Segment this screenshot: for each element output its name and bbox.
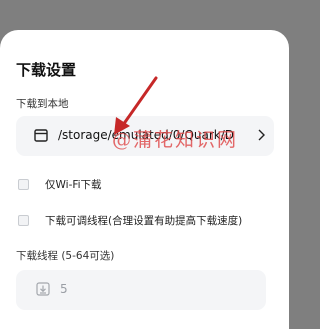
wifi-only-option[interactable]: 仅Wi-Fi下载	[18, 176, 102, 192]
chevron-right-icon	[258, 129, 265, 141]
adjustable-threads-option[interactable]: 下载可调线程(合理设置有助提高下载速度)	[18, 212, 242, 228]
download-path-selector[interactable]: /storage/emulated/0/Quark/Download	[16, 116, 274, 156]
threads-label: 下载线程 (5-64可选)	[16, 250, 115, 262]
download-settings-sheet: 下载设置 下载到本地 /storage/emulated/0/Quark/Dow…	[0, 30, 289, 329]
threads-input[interactable]: 5	[16, 270, 266, 310]
threads-value: 5	[60, 282, 68, 296]
wifi-only-checkbox[interactable]	[18, 178, 29, 190]
adjustable-threads-checkbox[interactable]	[18, 214, 29, 226]
download-location-label: 下载到本地	[16, 98, 69, 110]
adjustable-threads-label: 下载可调线程(合理设置有助提高下载速度)	[45, 214, 243, 227]
download-path-text: /storage/emulated/0/Quark/Download	[58, 128, 234, 142]
wifi-only-label: 仅Wi-Fi下载	[45, 178, 102, 191]
folder-icon	[34, 129, 48, 142]
sheet-title: 下载设置	[16, 61, 77, 79]
download-icon	[36, 282, 50, 296]
